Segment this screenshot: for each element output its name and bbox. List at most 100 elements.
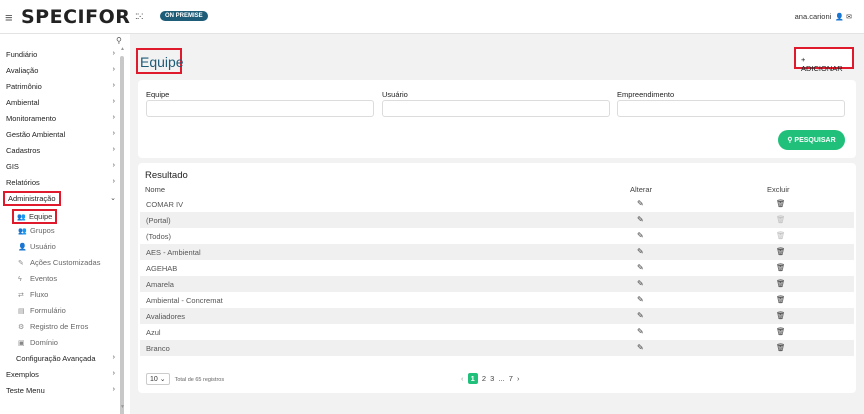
sidebar-item-fundiario[interactable]: Fundiário ›: [6, 50, 118, 64]
trash-icon[interactable]: 🗑: [776, 295, 786, 304]
sidebar-scrollbar[interactable]: [120, 56, 124, 414]
sidebar-subitem-acoes-customizadas[interactable]: ✎ Ações Customizadas: [18, 258, 118, 272]
trash-icon[interactable]: 🗑: [776, 199, 786, 208]
brand-dots-icon: ::·:: [135, 11, 144, 22]
trash-icon: 🗑: [776, 215, 786, 224]
edit-icon[interactable]: ✎: [637, 343, 644, 352]
result-title: Resultado: [145, 170, 188, 181]
sidebar-item-administracao[interactable]: Administração ⌄: [3, 191, 119, 206]
trash-icon[interactable]: 🗑: [776, 343, 786, 352]
sidebar-subitem-label: Grupos: [30, 226, 55, 235]
sidebar-item-label: Patrimônio: [6, 82, 42, 91]
table-row: AES - Ambiental ✎ 🗑: [140, 244, 854, 260]
edit-icon[interactable]: ✎: [637, 295, 644, 304]
row-name: Avaliadores: [146, 312, 186, 321]
sidebar-subitem-dominio[interactable]: ▣ Domínio: [18, 338, 118, 352]
brand-logo[interactable]: SPECIFOR: [21, 6, 130, 28]
sidebar-item-monitoramento[interactable]: Monitoramento ›: [6, 114, 118, 128]
equipe-input[interactable]: [146, 100, 374, 117]
sidebar-subitem-registro-erros[interactable]: ⚙ Registro de Erros: [18, 322, 118, 336]
trash-icon[interactable]: 🗑: [776, 279, 786, 288]
edit-icon[interactable]: ✎: [637, 327, 644, 336]
table-row: (Todos) ✎ 🗑: [140, 228, 854, 244]
sidebar-item-cadastros[interactable]: Cadastros ›: [6, 146, 118, 160]
edit-icon[interactable]: ✎: [637, 199, 644, 208]
edit-icon[interactable]: ✎: [637, 311, 644, 320]
sidebar-item-exemplos[interactable]: Exemplos ›: [6, 370, 118, 384]
sidebar-item-label: Exemplos: [6, 370, 39, 379]
edit-icon[interactable]: ✎: [637, 247, 644, 256]
sidebar-item-gis[interactable]: GIS ›: [6, 162, 118, 176]
sidebar-subitem-label: Fluxo: [30, 290, 49, 299]
mail-icon[interactable]: ✉: [846, 14, 852, 21]
sidebar-item-gestao-ambiental[interactable]: Gestão Ambiental ›: [6, 130, 118, 144]
sidebar-item-label: Cadastros: [6, 146, 41, 155]
next-page-icon[interactable]: ›: [517, 374, 520, 383]
sidebar-item-relatorios[interactable]: Relatórios ›: [6, 178, 118, 192]
edit-icon[interactable]: ✎: [637, 215, 644, 224]
sidebar-subitem-highlight: 👥 Equipe: [12, 209, 58, 224]
table-row: AGEHAB ✎ 🗑: [140, 260, 854, 276]
page-3[interactable]: 3: [490, 374, 494, 383]
sidebar-item-avaliacao[interactable]: Avaliação ›: [6, 66, 118, 80]
chevron-right-icon: ›: [112, 98, 115, 105]
user-menu[interactable]: ana.carioni 👤 ✉: [795, 12, 852, 21]
sidebar-item-patrimonio[interactable]: Patrimônio ›: [6, 82, 118, 96]
usuario-label: Usuário: [382, 90, 408, 99]
row-name: Azul: [146, 328, 161, 337]
search-button[interactable]: ⚲ PESQUISAR: [778, 130, 845, 150]
sidebar-item-ambiental[interactable]: Ambiental ›: [6, 98, 118, 112]
sidebar-subitem-grupos[interactable]: 👥 Grupos: [18, 226, 118, 240]
trash-icon[interactable]: 🗑: [776, 327, 786, 336]
table-row: COMAR IV ✎ 🗑: [140, 196, 854, 212]
chevron-right-icon: ›: [112, 386, 115, 393]
row-name: (Portal): [146, 216, 171, 225]
chevron-right-icon: ›: [112, 66, 115, 73]
sidebar-subitem-formulario[interactable]: ▤ Formulário: [18, 306, 118, 320]
on-premise-badge: ON PREMISE: [160, 11, 208, 21]
usuario-input[interactable]: [382, 100, 610, 117]
sidebar-item-label: Relatórios: [6, 178, 40, 187]
edit-icon[interactable]: ✎: [637, 231, 644, 240]
page-size-select[interactable]: 10 ⌄: [146, 373, 170, 385]
search-button-label: PESQUISAR: [794, 137, 836, 144]
sidebar-item-label: Gestão Ambiental: [6, 130, 66, 139]
trash-icon[interactable]: 🗑: [776, 247, 786, 256]
search-icon[interactable]: ⚲: [116, 36, 122, 45]
page-1[interactable]: 1: [467, 373, 478, 384]
sidebar-subitem-eventos[interactable]: ϟ Eventos: [18, 274, 118, 288]
page-title: Equipe: [136, 48, 184, 74]
hamburger-icon[interactable]: ≡: [5, 10, 13, 25]
groups-icon: 👥: [18, 228, 27, 235]
empreendimento-input[interactable]: [617, 100, 845, 117]
row-name: COMAR IV: [146, 200, 184, 209]
chevron-down-icon: ⌄: [159, 376, 166, 383]
page-7[interactable]: 7: [509, 374, 513, 383]
team-icon: 👥: [17, 214, 26, 221]
chevron-right-icon: ›: [112, 370, 115, 377]
sidebar-item-configuracao-avancada[interactable]: Configuração Avançada ›: [16, 354, 118, 368]
sidebar-subitem-usuario[interactable]: 👤 Usuário: [18, 242, 118, 256]
scroll-down-icon[interactable]: ▼: [120, 404, 125, 410]
prev-page-icon[interactable]: ‹: [461, 374, 464, 383]
sidebar-item-teste-menu[interactable]: Teste Menu ›: [6, 386, 118, 400]
sidebar-subitem-fluxo[interactable]: ⇄ Fluxo: [18, 290, 118, 304]
trash-icon[interactable]: 🗑: [776, 311, 786, 320]
sidebar-subitem-label: Registro de Erros: [30, 322, 89, 331]
column-header-name: Nome: [145, 185, 166, 194]
sidebar-subitem-equipe[interactable]: 👥 Equipe: [12, 209, 64, 224]
edit-icon[interactable]: ✎: [637, 263, 644, 272]
sidebar-item-label: GIS: [6, 162, 19, 171]
table-row: Azul ✎ 🗑: [140, 324, 854, 340]
sidebar-item-label: Avaliação: [6, 66, 39, 75]
table-row: Ambiental - Concremat ✎ 🗑: [140, 292, 854, 308]
trash-icon[interactable]: 🗑: [776, 263, 786, 272]
add-button[interactable]: + ADICIONAR: [794, 47, 854, 73]
page-size-control: 10 ⌄ Total de 65 registros: [146, 373, 224, 385]
scroll-up-icon[interactable]: ▲: [120, 46, 125, 52]
error-log-icon: ⚙: [18, 324, 25, 331]
page-2[interactable]: 2: [482, 374, 486, 383]
sidebar-item-label: Teste Menu: [6, 386, 45, 395]
chevron-right-icon: ›: [112, 162, 115, 169]
edit-icon[interactable]: ✎: [637, 279, 644, 288]
